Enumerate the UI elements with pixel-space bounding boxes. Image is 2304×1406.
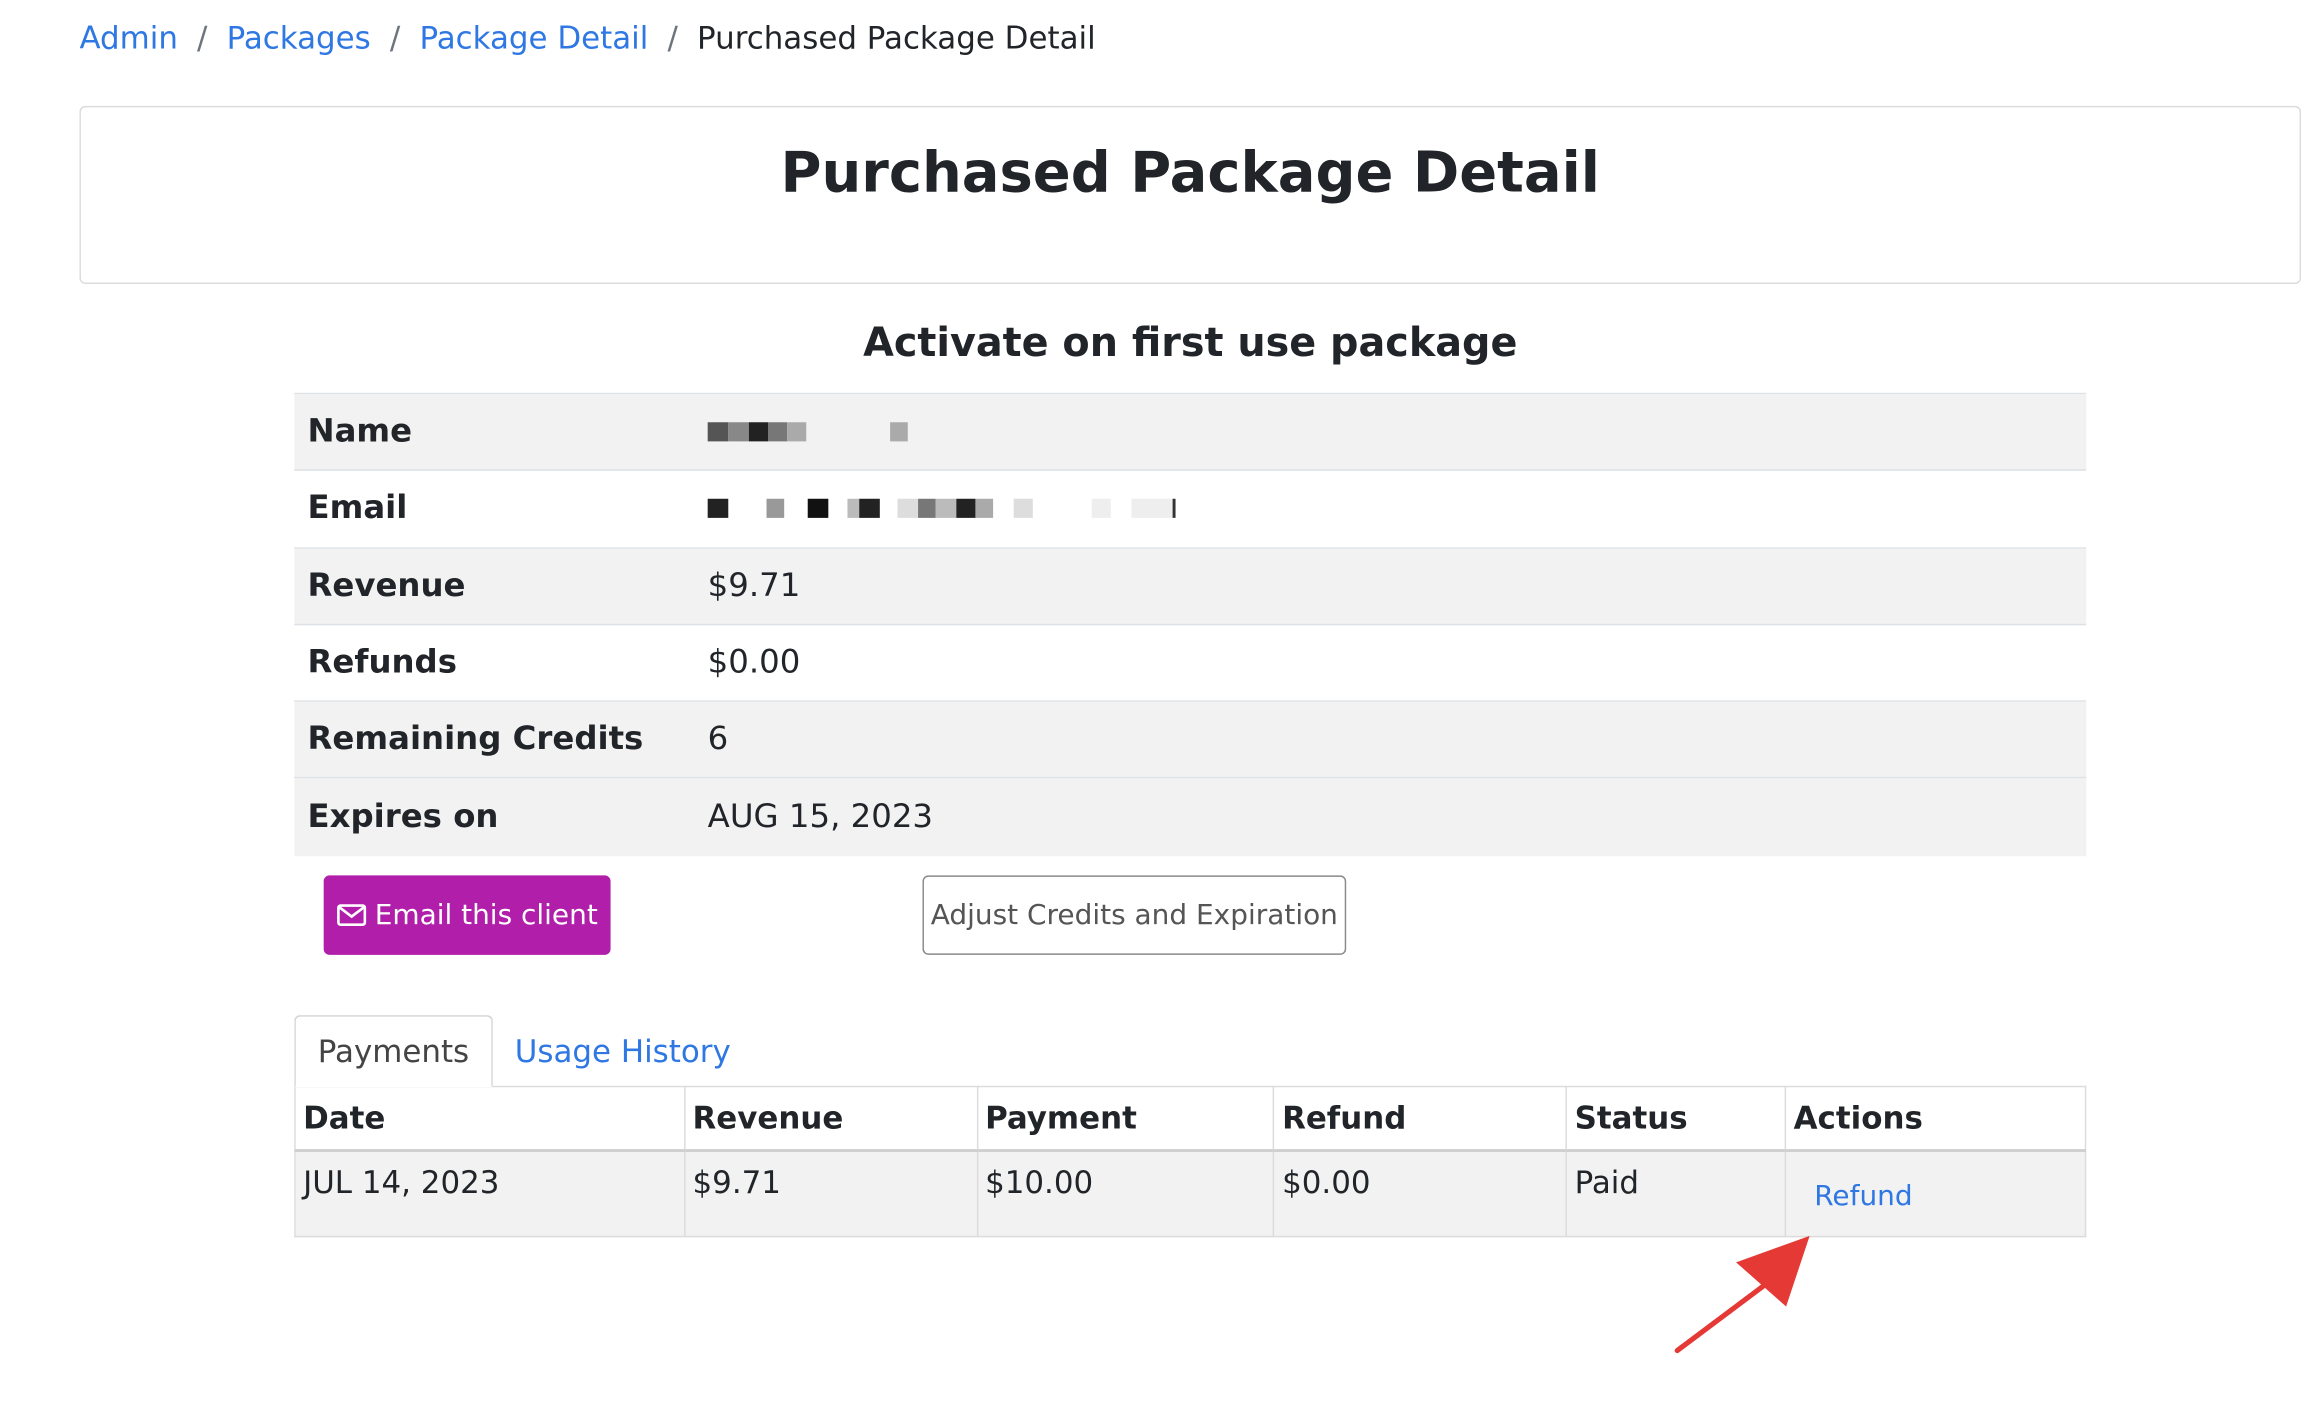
column-header: Date bbox=[294, 1085, 686, 1152]
payments-table: Date Revenue Payment Refund Status Actio… bbox=[294, 1085, 2087, 1238]
email-client-label: Email this client bbox=[374, 898, 598, 932]
red-arrow-icon bbox=[1674, 1235, 1810, 1354]
detail-row-credits: Remaining Credits 6 bbox=[294, 702, 2087, 780]
detail-label: Refunds bbox=[307, 644, 457, 682]
adjust-credits-label: Adjust Credits and Expiration bbox=[930, 898, 1338, 932]
package-details-table: Name Email Revenue $9.71 Refunds $0.00 R… bbox=[294, 392, 2087, 856]
refund-link[interactable]: Refund bbox=[1814, 1179, 1912, 1211]
detail-row-expires: Expires on AUG 15, 2023 bbox=[294, 779, 2087, 856]
breadcrumb-current: Purchased Package Detail bbox=[697, 20, 1096, 56]
breadcrumb-separator: / bbox=[389, 20, 401, 56]
payment-actions: Refund bbox=[1784, 1149, 2087, 1238]
tab-usage-history[interactable]: Usage History bbox=[493, 1015, 753, 1087]
detail-label: Email bbox=[307, 490, 408, 528]
breadcrumb-separator: / bbox=[667, 20, 678, 56]
adjust-credits-button[interactable]: Adjust Credits and Expiration bbox=[922, 875, 1347, 955]
credits-value: 6 bbox=[707, 721, 729, 759]
email-client-button[interactable]: Email this client bbox=[323, 875, 611, 955]
detail-row-name: Name bbox=[294, 394, 2087, 472]
table-header-row: Date Revenue Payment Refund Status Actio… bbox=[294, 1085, 2087, 1152]
title-card: Purchased Package Detail bbox=[79, 105, 2302, 284]
payment-amount: $10.00 bbox=[976, 1149, 1275, 1238]
column-header: Actions bbox=[1784, 1085, 2087, 1152]
detail-label: Revenue bbox=[307, 567, 466, 605]
tabs: Payments Usage History bbox=[294, 1015, 753, 1088]
breadcrumb-packages[interactable]: Packages bbox=[227, 21, 371, 56]
redacted-email bbox=[707, 499, 1176, 520]
payment-refund: $0.00 bbox=[1273, 1149, 1568, 1238]
detail-row-revenue: Revenue $9.71 bbox=[294, 548, 2087, 626]
detail-label: Remaining Credits bbox=[307, 721, 644, 759]
detail-row-email: Email bbox=[294, 471, 2087, 549]
breadcrumb-separator: / bbox=[197, 20, 208, 56]
column-header: Payment bbox=[976, 1085, 1275, 1152]
tab-payments[interactable]: Payments bbox=[294, 1015, 493, 1088]
redacted-name bbox=[707, 422, 908, 443]
breadcrumb-admin[interactable]: Admin bbox=[79, 21, 177, 56]
expires-value: AUG 15, 2023 bbox=[707, 799, 934, 836]
page-title: Purchased Package Detail bbox=[780, 139, 1600, 205]
refunds-value: $0.00 bbox=[707, 644, 801, 682]
column-header: Revenue bbox=[683, 1085, 978, 1152]
breadcrumb-package-detail[interactable]: Package Detail bbox=[419, 21, 648, 56]
package-subtitle: Activate on first use package bbox=[863, 320, 1518, 367]
breadcrumb: Admin / Packages / Package Detail / Purc… bbox=[79, 21, 1095, 56]
payment-date: JUL 14, 2023 bbox=[294, 1149, 686, 1238]
detail-label: Name bbox=[307, 413, 413, 451]
revenue-value: $9.71 bbox=[707, 567, 801, 605]
detail-row-refunds: Refunds $0.00 bbox=[294, 625, 2087, 703]
page: Admin / Packages / Package Detail / Purc… bbox=[0, 0, 2304, 1406]
column-header: Status bbox=[1565, 1085, 1787, 1152]
detail-label: Expires on bbox=[307, 799, 499, 836]
column-header: Refund bbox=[1273, 1085, 1568, 1152]
payment-revenue: $9.71 bbox=[683, 1149, 978, 1238]
envelope-icon bbox=[336, 903, 366, 927]
